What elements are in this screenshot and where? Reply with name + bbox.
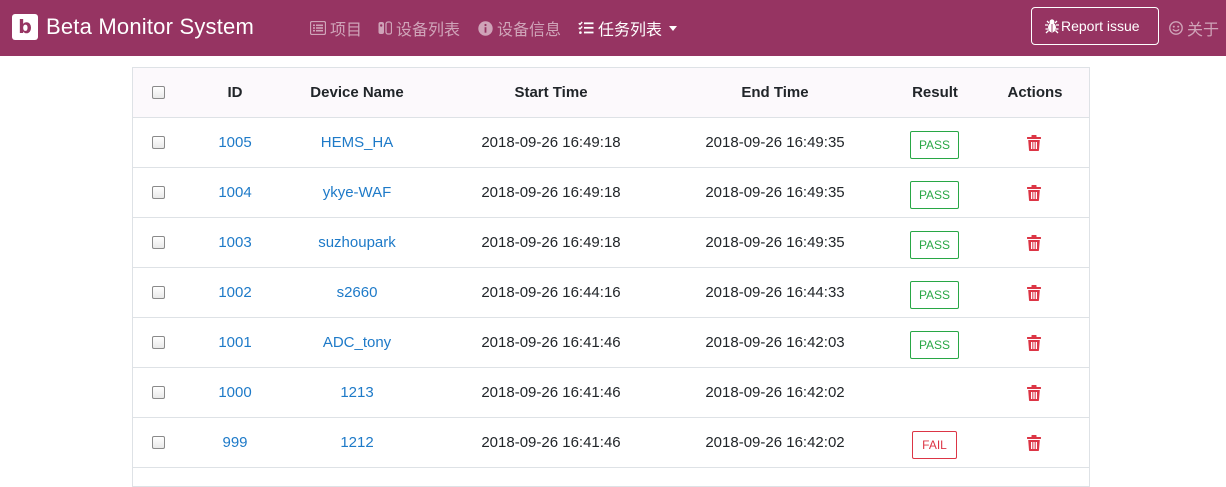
trash-icon[interactable] [1027, 335, 1041, 355]
end-time: 2018-09-26 16:42:02 [705, 384, 845, 401]
result-badge: PASS [910, 281, 959, 309]
task-id-link[interactable]: 999 [195, 418, 275, 468]
column-header-start-time[interactable]: Start Time [437, 68, 665, 118]
column-header-actions: Actions [1007, 84, 1063, 101]
nav-item-label: 任务列表 [598, 20, 663, 39]
trash-icon[interactable] [1027, 435, 1041, 455]
nav-item-about[interactable]: 关于 [1169, 17, 1219, 39]
nav-item-label: 关于 [1187, 20, 1220, 39]
end-time: 2018-09-26 16:49:35 [705, 234, 845, 251]
result-badge: FAIL [912, 431, 957, 459]
task-id-link[interactable]: 1004 [195, 168, 275, 218]
result-badge: PASS [910, 331, 959, 359]
nav-item-label: 设备信息 [497, 20, 562, 39]
table-row: 1005 HEMS_HA 2018-09-26 16:49:18 2018-09-26… [133, 118, 1089, 168]
app-title: Beta Monitor System [46, 14, 254, 39]
chevron-down-icon [669, 25, 678, 31]
row-checkbox[interactable] [152, 436, 165, 449]
row-checkbox[interactable] [152, 236, 165, 249]
start-time: 2018-09-26 16:44:16 [481, 284, 621, 301]
device-name-link[interactable]: ADC_tony [287, 318, 427, 368]
table-header: ID Device Name Start Time End Time Resul… [133, 68, 1089, 118]
device-name-link[interactable]: HEMS_HA [287, 118, 427, 168]
nav-item-device-list[interactable]: 设备列表 [378, 17, 460, 39]
navbar: b Beta Monitor System 项目 设备列表 设备信息 任务列表 … [0, 0, 1226, 56]
task-id-link[interactable]: 1000 [195, 368, 275, 418]
device-name-link[interactable]: ykye-WAF [287, 168, 427, 218]
start-time: 2018-09-26 16:49:18 [481, 134, 621, 151]
end-time: 2018-09-26 16:42:02 [705, 434, 845, 451]
table-row: 1003 suzhoupark 2018-09-26 16:49:18 2018-09… [133, 218, 1089, 268]
trash-icon[interactable] [1027, 385, 1041, 405]
device-name-link[interactable]: s2660 [287, 268, 427, 318]
column-header-device-name[interactable]: Device Name [287, 68, 427, 118]
start-time: 2018-09-26 16:49:18 [481, 234, 621, 251]
table-row: 1000 1213 2018-09-26 16:41:46 2018-09-26 16… [133, 368, 1089, 418]
end-time: 2018-09-26 16:42:03 [705, 334, 845, 351]
trash-icon[interactable] [1027, 185, 1041, 205]
row-checkbox[interactable] [152, 386, 165, 399]
task-id-link[interactable]: 1003 [195, 218, 275, 268]
trash-icon[interactable] [1027, 285, 1041, 305]
result-badge: PASS [910, 231, 959, 259]
task-table: ID Device Name Start Time End Time Resul… [132, 67, 1090, 487]
result-badge: PASS [910, 181, 959, 209]
trash-icon[interactable] [1027, 235, 1041, 255]
start-time: 2018-09-26 16:41:46 [481, 384, 621, 401]
table-row: 1002 s2660 2018-09-26 16:44:16 2018-09-26 1… [133, 268, 1089, 318]
row-checkbox[interactable] [152, 186, 165, 199]
device-name-link[interactable]: suzhoupark [287, 218, 427, 268]
device-name-link[interactable]: 1213 [287, 368, 427, 418]
nav-item-task-list[interactable]: 任务列表 [578, 17, 678, 39]
bug-icon [1045, 19, 1059, 34]
nav-item-label: 设备列表 [396, 20, 461, 39]
logo-letter: b [18, 16, 32, 38]
column-header-id[interactable]: ID [195, 68, 275, 118]
start-time: 2018-09-26 16:41:46 [481, 334, 621, 351]
row-checkbox[interactable] [152, 136, 165, 149]
info-icon [478, 20, 493, 36]
table-row: 1004 ykye-WAF 2018-09-26 16:49:18 2018-09-2… [133, 168, 1089, 218]
brand[interactable]: b Beta Monitor System [12, 12, 254, 42]
task-id-link[interactable]: 1005 [195, 118, 275, 168]
column-header-result[interactable]: Result [885, 68, 985, 118]
devices-icon [378, 21, 392, 35]
tasks-icon [578, 21, 594, 34]
result-badge: PASS [910, 131, 959, 159]
end-time: 2018-09-26 16:49:35 [705, 134, 845, 151]
task-id-link[interactable]: 1002 [195, 268, 275, 318]
end-time: 2018-09-26 16:49:35 [705, 184, 845, 201]
column-header-end-time[interactable]: End Time [663, 68, 887, 118]
row-checkbox[interactable] [152, 336, 165, 349]
nav-item-label: 项目 [330, 20, 363, 39]
nav-item-projects[interactable]: 项目 [310, 17, 362, 39]
end-time: 2018-09-26 16:44:33 [705, 284, 845, 301]
nav-item-device-info[interactable]: 设备信息 [478, 17, 561, 39]
logo-icon: b [12, 14, 38, 40]
trash-icon[interactable] [1027, 135, 1041, 155]
list-icon [310, 21, 326, 35]
smile-icon [1169, 21, 1183, 35]
start-time: 2018-09-26 16:41:46 [481, 434, 621, 451]
report-issue-label: Report issue [1061, 18, 1140, 34]
row-checkbox[interactable] [152, 286, 165, 299]
start-time: 2018-09-26 16:49:18 [481, 184, 621, 201]
table-row: 1001 ADC_tony 2018-09-26 16:41:46 2018-09-2… [133, 318, 1089, 368]
device-name-link[interactable]: 1212 [287, 418, 427, 468]
report-issue-button[interactable]: Report issue [1031, 7, 1159, 45]
select-all-checkbox[interactable] [152, 86, 165, 99]
task-id-link[interactable]: 1001 [195, 318, 275, 368]
table-row: 999 1212 2018-09-26 16:41:46 2018-09-26 16:… [133, 418, 1089, 468]
